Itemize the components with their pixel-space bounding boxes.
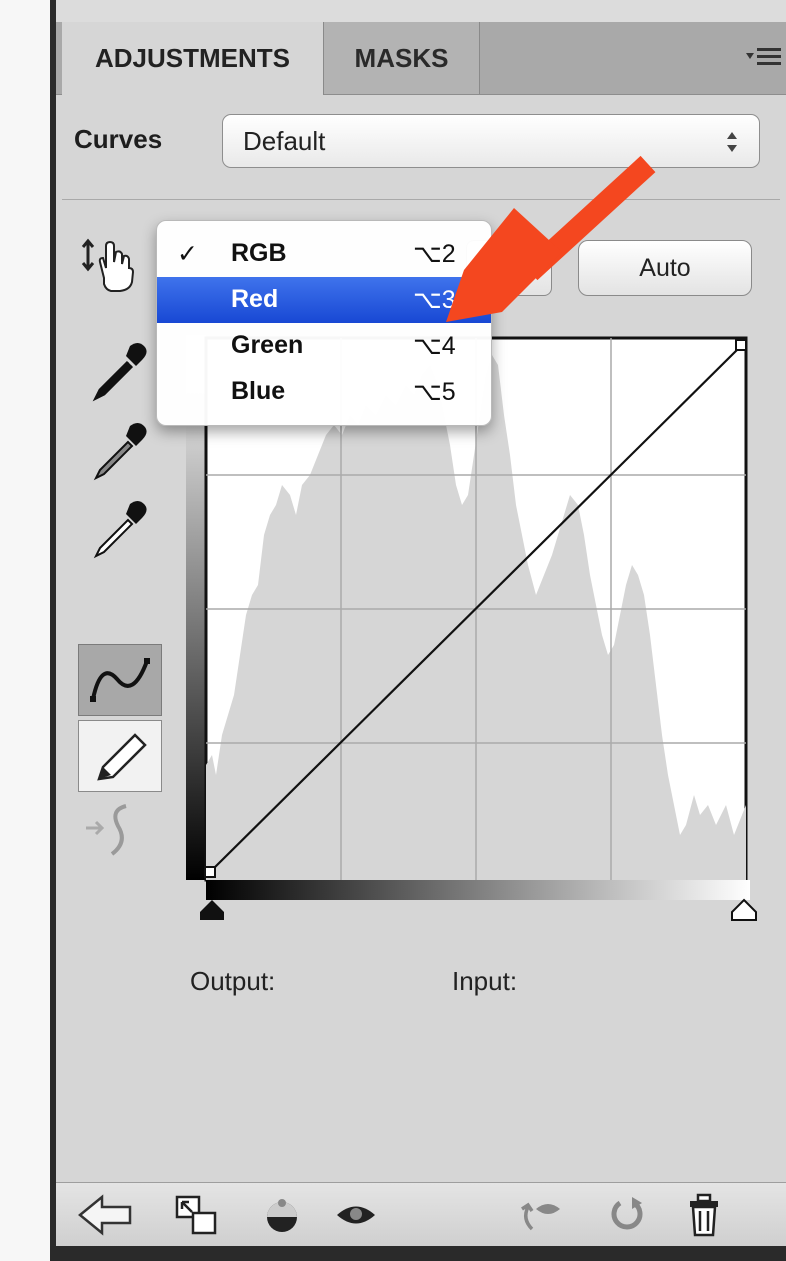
menu-item-label: Green [231, 331, 304, 359]
window-top-bar [50, 0, 786, 22]
reset-icon [611, 1197, 643, 1230]
curve-point-white [735, 339, 747, 351]
target-adjust-hand-icon[interactable] [80, 238, 140, 294]
view-previous-button[interactable] [326, 1183, 386, 1246]
smooth-curve-icon[interactable] [82, 800, 152, 860]
left-window-strip [0, 0, 50, 1261]
curve-point-black [204, 866, 216, 878]
menu-item-shortcut: ⌥5 [413, 378, 456, 406]
white-point-slider[interactable] [730, 898, 758, 922]
menu-item-blue[interactable]: Blue ⌥5 [157, 369, 491, 415]
gray-eyedropper-icon[interactable] [90, 420, 150, 482]
annotation-arrow-icon [446, 155, 656, 322]
white-eyedropper-icon[interactable] [90, 498, 150, 560]
curve-mode-icon [90, 658, 150, 702]
delete-button[interactable] [674, 1183, 734, 1246]
curves-label: Curves [74, 124, 163, 154]
menu-item-green[interactable]: Green ⌥4 [157, 323, 491, 369]
input-label: Input: [452, 966, 518, 996]
previous-state-icon [521, 1202, 560, 1231]
menu-item-label: Red [231, 285, 279, 313]
previous-state-button[interactable] [510, 1183, 570, 1246]
back-arrow-icon [78, 1194, 132, 1236]
menu-item-label: RGB [231, 239, 287, 267]
visibility-toggle-icon [267, 1199, 297, 1232]
curve-mode-button[interactable] [78, 644, 162, 716]
output-label: Output: [190, 966, 276, 996]
panel-menu-icon[interactable] [742, 42, 784, 74]
tab-adjustments[interactable]: ADJUSTMENTS [62, 22, 324, 95]
black-point-slider[interactable] [198, 898, 226, 922]
adjustments-panel: ADJUSTMENTS MASKS Curves Default Auto Ou… [56, 22, 786, 1246]
clip-to-layer-icon [175, 1195, 217, 1235]
separator [62, 199, 780, 200]
panel-tab-bar: ADJUSTMENTS MASKS [56, 22, 786, 95]
menu-item-rgb[interactable]: ✓ RGB ⌥2 [157, 231, 491, 277]
tab-masks[interactable]: MASKS [324, 22, 480, 94]
menu-item-label: Blue [231, 377, 286, 405]
back-button[interactable] [70, 1183, 140, 1246]
checkmark: ✓ [177, 240, 198, 268]
visibility-toggle-button[interactable] [252, 1183, 312, 1246]
black-eyedropper-icon[interactable] [90, 340, 150, 402]
pencil-mode-button[interactable] [78, 720, 162, 792]
select-arrows-icon [727, 132, 737, 152]
reset-button[interactable] [596, 1183, 656, 1246]
eye-icon [337, 1206, 375, 1224]
panel-footer [56, 1182, 786, 1246]
pencil-mode-icon [97, 733, 147, 781]
clip-to-layer-button[interactable] [166, 1183, 226, 1246]
preset-value: Default [243, 126, 326, 156]
input-gradient-bar [206, 880, 750, 900]
menu-item-red[interactable]: Red ⌥3 [157, 277, 491, 323]
panel-bottom-edge [50, 1246, 786, 1261]
trash-icon [690, 1193, 718, 1237]
